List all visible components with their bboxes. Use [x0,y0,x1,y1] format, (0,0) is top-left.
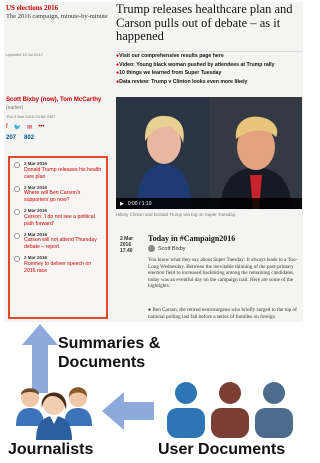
user-icon [211,382,249,438]
summaries-documents-label: Summaries & Documents [58,335,161,371]
user-documents-label: User Documents [158,441,286,458]
journalists-icon [16,387,92,440]
user-icon [255,382,293,438]
user-documents-icon [167,382,293,438]
journalists-label: Journalists [8,441,94,458]
user-icon [167,382,205,438]
left-arrow-icon [102,392,154,430]
